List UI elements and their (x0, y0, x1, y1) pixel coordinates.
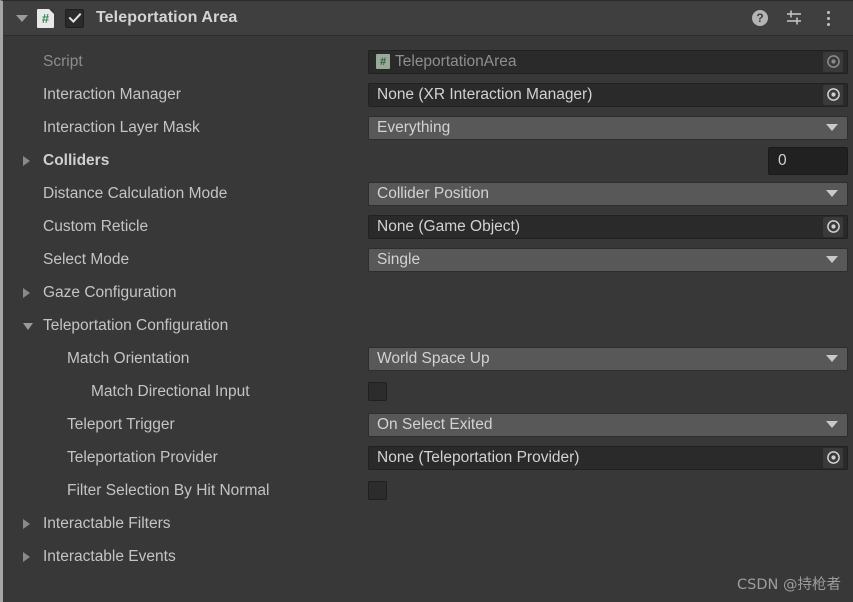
property-row-teleportation-configuration: Teleportation Configuration (3, 309, 853, 342)
dropdown-teleport-trigger[interactable]: On Select Exited (368, 412, 848, 437)
inspector-panel: # Teleportation Area ? Script # Teleport… (0, 0, 853, 602)
property-row-interaction-manager: Interaction Manager None (XR Interaction … (3, 78, 853, 111)
dropdown-value-teleport-trigger: On Select Exited (377, 415, 493, 433)
chevron-down-icon (826, 355, 838, 362)
property-label-filter-selection-by-hit-normal: Filter Selection By Hit Normal (67, 482, 270, 499)
csharp-script-icon: # (376, 54, 390, 69)
object-field-value-teleportation-provider: None (Teleportation Provider) (377, 448, 580, 466)
property-row-select-mode: Select Mode Single (3, 243, 853, 276)
object-field-custom-reticle[interactable]: None (Game Object) (368, 214, 848, 239)
component-header[interactable]: # Teleportation Area ? (3, 1, 853, 36)
property-label-teleport-trigger: Teleport Trigger (67, 416, 175, 433)
object-picker-icon[interactable] (823, 216, 843, 237)
triangle-right-icon[interactable] (23, 552, 30, 562)
preset-settings-icon (787, 10, 801, 25)
object-picker-icon[interactable] (823, 447, 843, 468)
chevron-down-icon (826, 190, 838, 197)
property-label-colliders: Colliders (43, 152, 110, 169)
object-field-value-interaction-manager: None (XR Interaction Manager) (377, 85, 593, 103)
triangle-right-icon[interactable] (23, 156, 30, 166)
help-button[interactable]: ? (751, 9, 769, 27)
property-label-custom-reticle: Custom Reticle (43, 218, 149, 235)
property-row-interactable-filters: Interactable Filters (3, 507, 853, 540)
dropdown-match-orientation[interactable]: World Space Up (368, 346, 848, 371)
property-row-colliders: Colliders 0 (3, 144, 853, 177)
dropdown-value-interaction-layer-mask: Everything (377, 118, 451, 136)
triangle-right-icon[interactable] (23, 288, 30, 298)
property-row-match-orientation: Match Orientation World Space Up (3, 342, 853, 375)
checkbox-match-directional-input[interactable] (368, 382, 387, 401)
triangle-down-icon[interactable] (23, 323, 33, 330)
chevron-down-icon (826, 124, 838, 131)
chevron-down-icon (826, 421, 838, 428)
dropdown-interaction-layer-mask[interactable]: Everything (368, 115, 848, 140)
object-field-value-script: TeleportationArea (395, 52, 517, 70)
property-row-gaze-configuration: Gaze Configuration (3, 276, 853, 309)
dropdown-select-mode[interactable]: Single (368, 247, 848, 272)
object-picker-icon[interactable] (823, 84, 843, 105)
object-field-script: # TeleportationArea (368, 49, 848, 74)
kebab-menu-icon (826, 10, 830, 26)
header-actions: ? (751, 9, 853, 27)
property-label-gaze-configuration: Gaze Configuration (43, 284, 177, 301)
component-enabled-checkbox[interactable] (65, 8, 84, 28)
property-row-interactable-events: Interactable Events (3, 540, 853, 573)
component-foldout-toggle[interactable] (11, 14, 33, 22)
more-menu-button[interactable] (819, 9, 837, 27)
property-label-interactable-events: Interactable Events (43, 548, 176, 565)
property-label-distance-calculation-mode: Distance Calculation Mode (43, 185, 228, 202)
dropdown-distance-calculation-mode[interactable]: Collider Position (368, 181, 848, 206)
object-field-value-custom-reticle: None (Game Object) (377, 217, 520, 235)
triangle-down-icon (16, 14, 28, 22)
object-picker-icon[interactable] (823, 51, 843, 72)
property-row-interaction-layer-mask: Interaction Layer Mask Everything (3, 111, 853, 144)
property-row-distance-calculation-mode: Distance Calculation Mode Collider Positi… (3, 177, 853, 210)
checkbox-filter-selection-by-hit-normal[interactable] (368, 481, 387, 500)
property-label-teleportation-provider: Teleportation Provider (67, 449, 218, 466)
object-field-teleportation-provider[interactable]: None (Teleportation Provider) (368, 445, 848, 470)
property-label-interactable-filters: Interactable Filters (43, 515, 171, 532)
help-icon: ? (752, 10, 768, 26)
component-title: Teleportation Area (96, 9, 238, 26)
property-label-interaction-layer-mask: Interaction Layer Mask (43, 119, 200, 136)
triangle-right-icon[interactable] (23, 519, 30, 529)
watermark: CSDN @持枪者 (737, 577, 841, 593)
number-field-colliders[interactable]: 0 (768, 146, 848, 175)
dropdown-value-select-mode: Single (377, 250, 421, 268)
property-row-script: Script # TeleportationArea (3, 45, 853, 78)
property-label-select-mode: Select Mode (43, 251, 130, 268)
csharp-script-icon-glyph: # (41, 10, 50, 26)
property-label-match-directional-input: Match Directional Input (91, 383, 250, 400)
property-list: Script # TeleportationArea Interaction Mana… (3, 36, 853, 602)
property-row-custom-reticle: Custom Reticle None (Game Object) (3, 210, 853, 243)
dropdown-value-distance-calculation-mode: Collider Position (377, 184, 489, 202)
property-row-match-directional-input: Match Directional Input (3, 375, 853, 408)
dropdown-value-match-orientation: World Space Up (377, 349, 490, 367)
preset-button[interactable] (785, 9, 803, 27)
object-field-interaction-manager[interactable]: None (XR Interaction Manager) (368, 82, 848, 107)
number-field-value-colliders: 0 (778, 151, 787, 169)
property-label-match-orientation: Match Orientation (67, 350, 190, 367)
checkmark-icon (68, 12, 81, 24)
property-label-script: Script (43, 53, 83, 70)
property-label-teleportation-configuration: Teleportation Configuration (43, 317, 229, 334)
chevron-down-icon (826, 256, 838, 263)
property-row-teleport-trigger: Teleport Trigger On Select Exited (3, 408, 853, 441)
csharp-script-icon: # (37, 8, 54, 28)
property-row-teleportation-provider: Teleportation Provider None (Teleportatio… (3, 441, 853, 474)
property-row-filter-selection-by-hit-normal: Filter Selection By Hit Normal (3, 474, 853, 507)
property-label-interaction-manager: Interaction Manager (43, 86, 181, 103)
